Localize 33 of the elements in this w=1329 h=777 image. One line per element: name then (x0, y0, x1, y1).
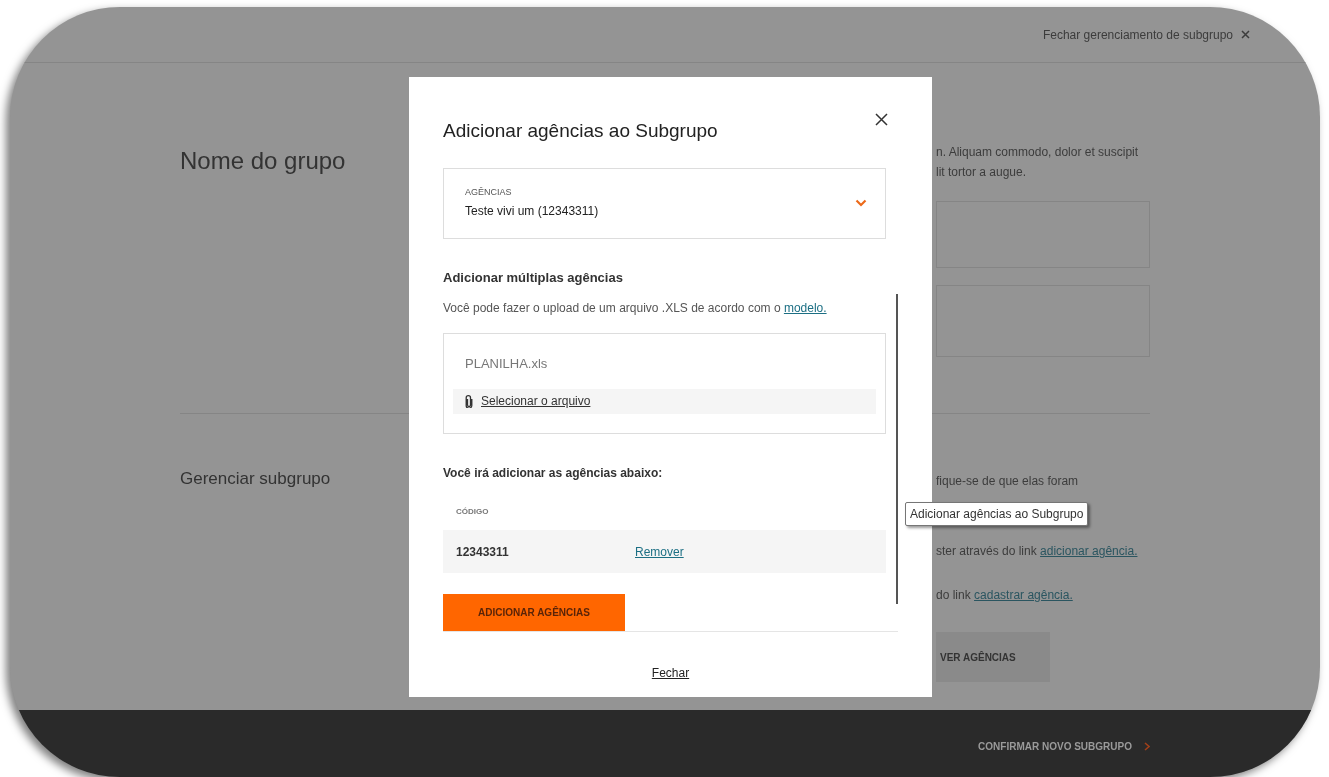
link[interactable]: adicionar agência. (1040, 544, 1138, 558)
body-text: lit tortor a augue. (936, 164, 1028, 181)
link[interactable]: cadastrar agência. (974, 588, 1073, 602)
field-label: AGÊNCIAS (465, 185, 513, 199)
close-link[interactable]: Fechar (651, 664, 690, 682)
paperclip-icon (465, 394, 473, 408)
agencies-button[interactable]: VER AGÊNCIAS (936, 632, 1050, 682)
body-text: Você pode fazer o upload de um arquivo .XLS de acordo com o modelo. (443, 300, 828, 317)
body-text: do link cadastrar agência. (936, 587, 1074, 604)
column-header: CÓDIGO (455, 506, 490, 518)
agency-dropdown[interactable]: AGÊNCIAS Teste vivi um (12343311) (443, 167, 886, 239)
close-icon[interactable] (875, 113, 888, 126)
body-text: fique-se de que elas foram (936, 473, 1080, 490)
section-title: Gerenciar subgrupo (180, 469, 331, 488)
add-agencies-button[interactable]: ADICIONAR AGÊNCIAS (443, 594, 625, 631)
section-title: Nome do grupo (180, 147, 346, 174)
close-icon (1241, 30, 1250, 39)
section-heading: Adicionar múltiplas agências (443, 268, 624, 287)
select-file-link[interactable]: Selecionar o arquivo (481, 392, 591, 410)
template-link[interactable]: modelo. (783, 301, 827, 315)
body-text: ster através do link adicionar agência. (936, 543, 1138, 560)
table-cell-text: 12343311 (456, 543, 510, 561)
field-value: Teste vivi um (12343311) (465, 203, 599, 221)
body-text: n. Aliquam commodo, dolor et suscipit (936, 144, 1140, 161)
tooltip: Adicionar agências ao Subgrupo (905, 502, 1089, 526)
chevron-right-icon (1144, 741, 1150, 751)
section-heading: Você irá adicionar as agências abaixo: (443, 465, 664, 482)
remove-link[interactable]: Remover (635, 542, 684, 561)
file-name: PLANILHA.xls (464, 355, 549, 373)
confirm-subgroup-button[interactable]: CONFIRMAR NOVO SUBGRUPO (978, 736, 1150, 756)
dialog-title: Adicionar agências ao Subgrupo (443, 119, 718, 143)
chevron-down-icon (855, 199, 867, 207)
close-management-link[interactable]: Fechar gerenciamento de subgrupo (1042, 25, 1250, 44)
